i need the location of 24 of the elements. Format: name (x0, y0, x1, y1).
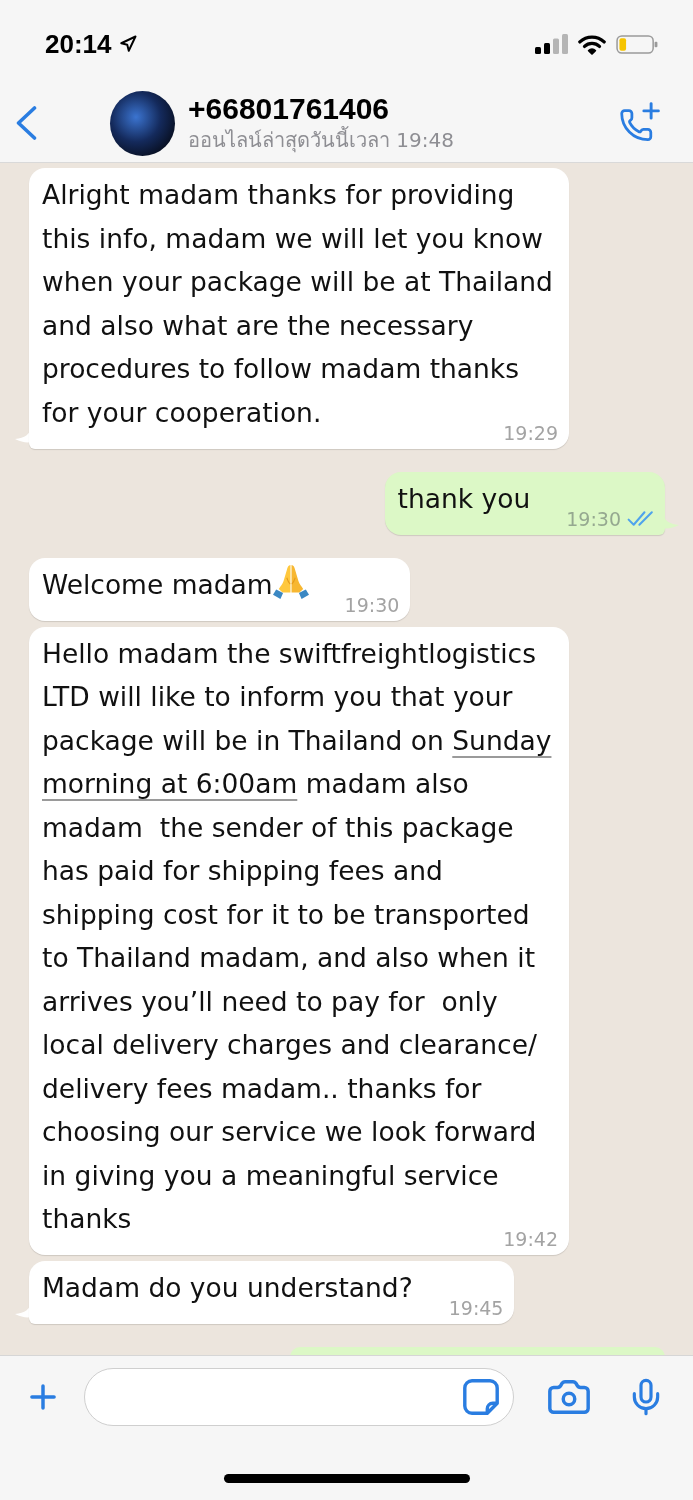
signal-icon (535, 34, 568, 54)
add-call-button[interactable] (618, 102, 660, 144)
contact-name: +66801761406 (188, 92, 391, 126)
message-time: 19:45 (448, 1297, 504, 1319)
phone-plus-icon (618, 102, 660, 144)
battery-icon (616, 34, 658, 54)
sticker-button[interactable] (463, 1379, 499, 1415)
wifi-icon (578, 33, 606, 55)
date-link[interactable]: morning at 6:00am (42, 768, 298, 799)
message-time: 19:42 (503, 1228, 558, 1250)
message-text: Welcome madam (42, 568, 309, 600)
location-arrow-icon (118, 35, 137, 53)
message-time: 19:29 (503, 421, 558, 444)
date-link[interactable]: Sunday (452, 724, 552, 756)
status-time: 20:14 (45, 29, 112, 59)
message-text: thank you (397, 482, 531, 514)
last-seen-status: ออนไลน์ล่าสุดวันนี้เวลา 19:48 (188, 126, 454, 154)
message-text: Madam do you understand? (42, 1272, 413, 1303)
message-time: 19:30 (344, 593, 400, 616)
back-button[interactable] (15, 106, 37, 140)
message-time: 19:30 (566, 507, 621, 530)
praying-hands-icon (272, 564, 309, 599)
chevron-left-icon (15, 106, 37, 140)
sticker-icon (463, 1379, 499, 1415)
